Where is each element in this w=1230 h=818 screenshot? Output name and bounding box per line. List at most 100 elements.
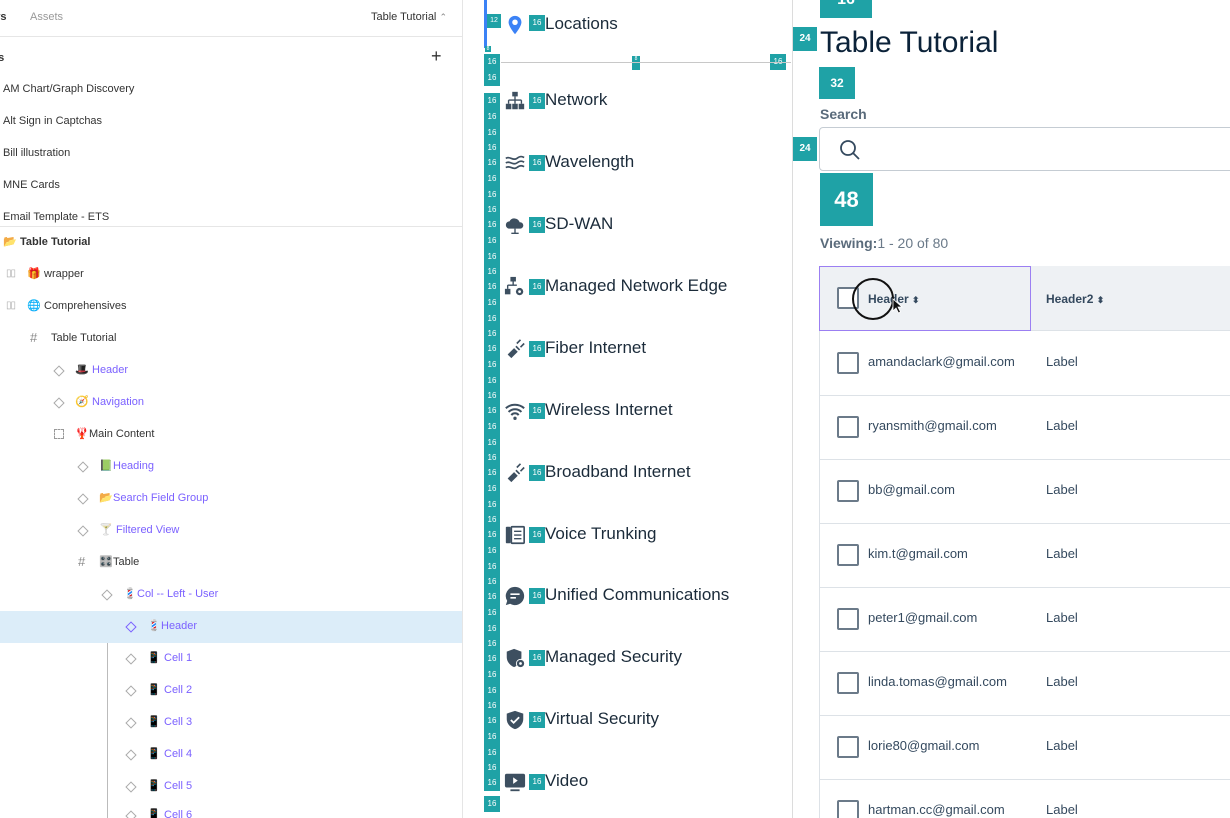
tab-assets[interactable]: Assets (30, 11, 63, 23)
layer-header-selected[interactable]: 💈 Header (0, 611, 462, 643)
page-selector-label: Table Tutorial (370, 11, 437, 23)
nav-item-managed-network-edge[interactable]: 16 Managed Network Edge (463, 272, 792, 302)
panel-tabs: ers Assets Table Tutorial ⌃ (0, 0, 462, 37)
globe-icon: 🌐 (27, 300, 41, 312)
layer-table-tutorial-frame[interactable]: # Table Tutorial (0, 323, 462, 355)
layer-cell-3[interactable]: 📱 Cell 3 (0, 707, 462, 739)
layer-search-field-group[interactable]: 📂 Search Field Group (0, 483, 462, 515)
table-row[interactable]: bb@gmail.com Label (820, 460, 1230, 524)
spacing-badge: 16 (484, 497, 500, 513)
gift-icon: 🎁 (27, 268, 41, 280)
component-icon (125, 717, 137, 729)
tab-layers[interactable]: ers (0, 11, 7, 23)
spacing-badge: 16 (484, 683, 500, 699)
nav-item-label: Wireless Internet (545, 400, 673, 419)
row-checkbox[interactable] (837, 608, 859, 630)
nav-item-locations[interactable]: 16 Locations (463, 10, 792, 40)
nav-item-broadband-internet[interactable]: 16 Broadband Internet (463, 458, 792, 488)
layer-label: wrapper (44, 268, 84, 280)
layer-label: Cell 1 (164, 652, 193, 664)
wavelength-icon (505, 155, 525, 170)
component-icon (125, 653, 137, 665)
spacing-badge: 24 (793, 137, 817, 161)
table-row[interactable]: peter1@gmail.com Label (820, 588, 1230, 652)
layers-panel: ers Assets Table Tutorial ⌃ es + AM Char… (0, 0, 463, 818)
spacing-badge: 48 (820, 173, 873, 226)
layer-table[interactable]: # 🎛️ Table (0, 547, 462, 579)
nav-item-label: Virtual Security (545, 709, 660, 728)
nav-item-managed-security[interactable]: 16 Managed Security (463, 643, 792, 673)
page-title: Table Tutorial (820, 26, 999, 59)
layer-col-left-user[interactable]: 💈 Col -- Left - User (0, 579, 462, 611)
nav-item-video[interactable]: 16 Video (463, 767, 792, 797)
layer-main-content[interactable]: 🦞 Main Content (0, 419, 462, 451)
phone-icon: 📱 (147, 748, 161, 760)
nav-item-virtual-security[interactable]: 16 Virtual Security (463, 705, 792, 735)
spacing-badge: 16 (484, 559, 500, 575)
search-input[interactable] (819, 127, 1230, 171)
page-selector[interactable]: Table Tutorial ⌃ (371, 11, 447, 23)
layer-cell-4[interactable]: 📱 Cell 4 (0, 739, 462, 771)
search-label: Search (820, 106, 867, 122)
add-page-icon[interactable]: + (431, 47, 442, 65)
layer-cell-1[interactable]: 📱 Cell 1 (0, 643, 462, 675)
row-checkbox[interactable] (837, 736, 859, 758)
spacing-badge: 16 (529, 217, 545, 233)
page-item[interactable]: Alt Sign in Captchas (3, 115, 102, 127)
nav-item-wireless-internet[interactable]: 16 Wireless Internet (463, 396, 792, 426)
nav-item-sd-wan[interactable]: 16 SD-WAN (463, 210, 792, 240)
spacing-badge: 16 (529, 650, 545, 666)
label-cell: Label (1046, 418, 1078, 433)
table-row[interactable]: ryansmith@gmail.com Label (820, 396, 1230, 460)
phone-icon: 📱 (147, 716, 161, 728)
nav-item-label: Wavelength (545, 152, 635, 171)
spacing-badge: 16 (529, 93, 545, 109)
layer-label: Navigation (92, 396, 144, 408)
layer-header[interactable]: 🎩 Header (0, 355, 462, 387)
label-cell: Label (1046, 610, 1078, 625)
column-header-label: Header2 (1046, 292, 1094, 306)
phone-system-icon (505, 525, 525, 545)
layer-navigation[interactable]: 🧭 Navigation (0, 387, 462, 419)
page-item[interactable]: MNE Cards (3, 179, 60, 191)
cursor-highlight (852, 278, 894, 320)
page-item[interactable]: Bill illustration (3, 147, 70, 159)
nav-item-label: Fiber Internet (545, 338, 647, 357)
nav-item-network[interactable]: 16 Network (463, 86, 792, 116)
nav-item-voice-trunking[interactable]: 16 Voice Trunking (463, 520, 792, 550)
layer-heading[interactable]: 📗 Heading (0, 451, 462, 483)
frame-hash-icon: # (78, 554, 86, 569)
row-checkbox[interactable] (837, 800, 859, 818)
broadband-plug-icon (507, 463, 525, 483)
layer-label: Heading (113, 460, 154, 472)
layer-cell-2[interactable]: 📱 Cell 2 (0, 675, 462, 707)
nav-item-wavelength[interactable]: 16 Wavelength (463, 148, 792, 178)
row-checkbox[interactable] (837, 672, 859, 694)
page-item[interactable]: AM Chart/Graph Discovery (3, 83, 134, 95)
row-checkbox[interactable] (837, 352, 859, 374)
layer-filtered-view[interactable]: 🍸 Filtered View (0, 515, 462, 547)
page-item[interactable]: Email Template - ETS (3, 211, 109, 223)
table-row[interactable]: amandaclark@gmail.com Label (820, 332, 1230, 396)
column-header-2[interactable]: Header2 ⬍ (1046, 292, 1104, 306)
layer-comprehensives[interactable]: ▯▯ 🌐 Comprehensives (0, 291, 462, 323)
label-cell: Label (1046, 738, 1078, 753)
component-icon (125, 781, 137, 793)
row-checkbox[interactable] (837, 480, 859, 502)
layer-cell-5[interactable]: 📱 Cell 5 (0, 771, 462, 803)
row-checkbox[interactable] (837, 544, 859, 566)
table-row[interactable]: kim.t@gmail.com Label (820, 524, 1230, 588)
table-row[interactable]: lorie80@gmail.com Label (820, 716, 1230, 780)
layer-label: Table Tutorial (20, 236, 91, 248)
compass-icon: 🧭 (75, 396, 89, 408)
spacing-badge: 16 (529, 527, 545, 543)
row-checkbox[interactable] (837, 416, 859, 438)
table-row[interactable]: hartman.cc@gmail.com Label (820, 780, 1230, 818)
layer-table-tutorial-page[interactable]: 📂 Table Tutorial (0, 227, 462, 259)
nav-item-fiber-internet[interactable]: 16 Fiber Internet (463, 334, 792, 364)
layer-wrapper[interactable]: ▯▯ 🎁 wrapper (0, 259, 462, 291)
nav-item-label: SD-WAN (545, 214, 614, 233)
table-row[interactable]: linda.tomas@gmail.com Label (820, 652, 1230, 716)
nav-item-unified-communications[interactable]: 16 Unified Communications (463, 581, 792, 611)
layer-cell-6[interactable]: 📱 Cell 6 (0, 800, 462, 818)
